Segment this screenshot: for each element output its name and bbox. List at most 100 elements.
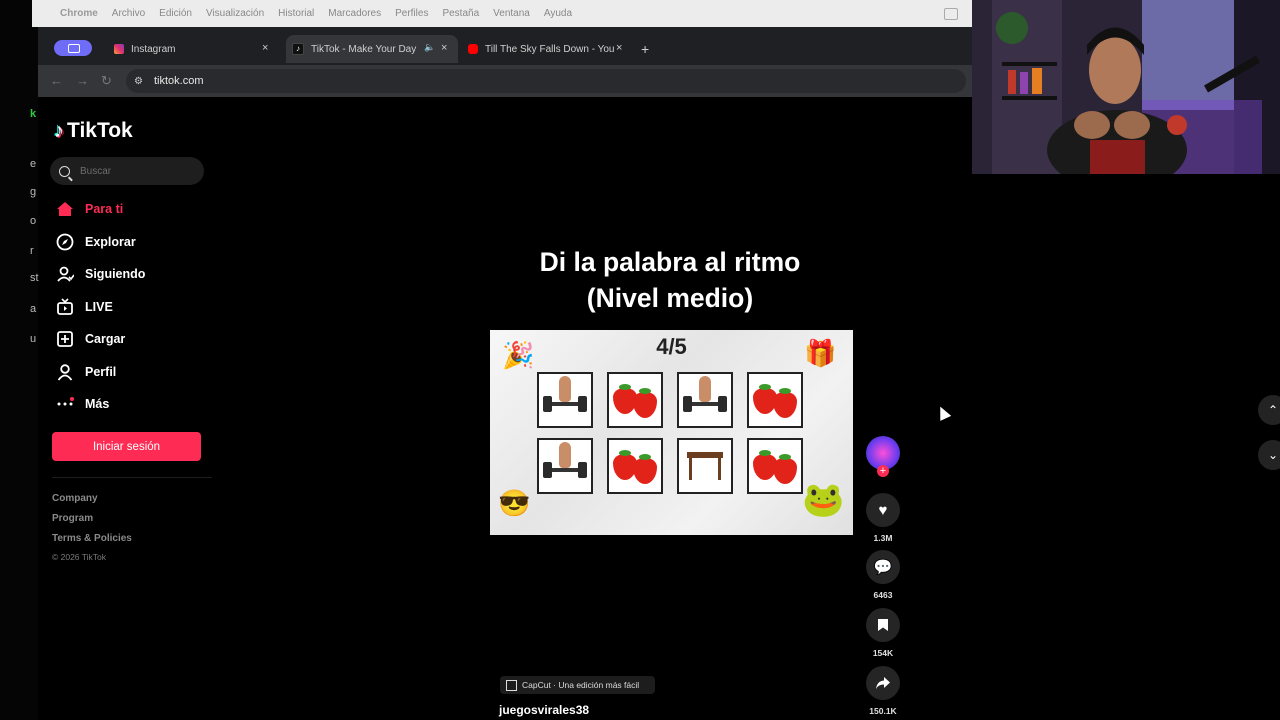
bookmark-icon xyxy=(878,619,888,631)
upload-icon xyxy=(56,330,74,348)
search-placeholder: Buscar xyxy=(80,165,112,177)
party-popper-icon: 🎉 xyxy=(502,340,535,370)
tiktok-sidebar: ♪ TikTok Buscar Para ti Explorar Siguien… xyxy=(38,97,218,720)
background-window-edge: k e g o r st a u xyxy=(0,0,39,720)
back-icon[interactable]: ← xyxy=(50,73,63,88)
nav-item-perfil[interactable]: Perfil xyxy=(56,360,116,384)
capcut-icon xyxy=(506,679,517,691)
forward-icon[interactable]: → xyxy=(76,73,89,88)
menu-archivo[interactable]: Archivo xyxy=(112,8,145,19)
nav-label: Más xyxy=(85,397,110,411)
capcut-badge[interactable]: CapCut · Una edición más fácil xyxy=(500,676,655,694)
nav-item-cargar[interactable]: Cargar xyxy=(56,327,125,351)
more-icon xyxy=(56,395,74,413)
comment-icon: 💬 xyxy=(873,559,893,576)
screen-record-icon[interactable] xyxy=(944,8,958,20)
menu-pestana[interactable]: Pestaña xyxy=(442,8,479,19)
close-icon[interactable]: × xyxy=(616,42,622,54)
nav-item-explorar[interactable]: Explorar xyxy=(56,230,136,254)
next-video-button[interactable]: ⌄ xyxy=(1258,440,1280,470)
menu-edicion[interactable]: Edición xyxy=(159,8,192,19)
share-button[interactable] xyxy=(866,666,900,700)
previous-video-button[interactable]: ⌃ xyxy=(1258,395,1280,425)
following-icon xyxy=(56,265,74,283)
login-button[interactable]: Iniciar sesión xyxy=(52,432,201,461)
grid-cell-strawberry xyxy=(747,372,803,428)
copyright: © 2026 TikTok xyxy=(52,552,106,562)
chevron-down-icon: ⌄ xyxy=(1267,448,1279,462)
tab-youtube[interactable]: Till The Sky Falls Down - You × xyxy=(464,35,636,63)
tab-title: Till The Sky Falls Down - You xyxy=(485,43,615,55)
nav-item-para-ti[interactable]: Para ti xyxy=(56,197,123,221)
nav-item-live[interactable]: LIVE xyxy=(56,295,113,319)
menu-ayuda[interactable]: Ayuda xyxy=(544,8,572,19)
video-player[interactable]: 4/5 🎉 🎁 😎 🐸 xyxy=(490,330,853,535)
browser-tab-bar: Instagram × ♪ TikTok - Make Your Day 🔈 ×… xyxy=(38,27,972,65)
menu-perfiles[interactable]: Perfiles xyxy=(395,8,428,19)
nav-label: Siguiendo xyxy=(85,267,146,281)
site-settings-icon[interactable]: ⚙ xyxy=(134,76,144,87)
mac-menubar: Chrome Archivo Edición Visualización His… xyxy=(32,0,972,27)
comment-count: 6463 xyxy=(873,590,893,600)
save-button[interactable] xyxy=(866,608,900,642)
tiktok-icon: ♪ xyxy=(292,43,304,55)
save-count: 154K xyxy=(872,648,894,658)
grid-cell-dumbbell xyxy=(537,372,593,428)
grid-cell-strawberry xyxy=(747,438,803,494)
gift-icon: 🎁 xyxy=(804,338,837,368)
address-bar[interactable]: ⚙ tiktok.com xyxy=(126,69,966,93)
share-arrow-icon xyxy=(876,677,890,689)
footer-link-terms[interactable]: Terms & Policies xyxy=(52,533,132,544)
reload-icon[interactable]: ↻ xyxy=(101,73,112,89)
follow-plus-icon[interactable]: + xyxy=(877,465,889,477)
tab-title: TikTok - Make Your Day xyxy=(311,43,417,55)
menu-historial[interactable]: Historial xyxy=(278,8,314,19)
video-title-line: (Nivel medio) xyxy=(586,283,754,313)
close-icon[interactable]: × xyxy=(441,42,447,54)
compass-icon xyxy=(56,233,74,251)
nav-item-mas[interactable]: Más xyxy=(56,392,109,416)
capcut-label: CapCut · Una edición más fácil xyxy=(522,680,640,690)
heart-icon: ♥ xyxy=(878,501,888,519)
tab-title: Instagram xyxy=(131,43,176,55)
webcam-overlay xyxy=(972,0,1280,174)
browser-toolbar: ← → ↻ ⚙ tiktok.com xyxy=(38,65,972,97)
tab-group-chip[interactable] xyxy=(54,40,92,56)
sunglasses-emoji-icon: 😎 xyxy=(498,488,531,518)
close-icon[interactable]: × xyxy=(262,42,268,54)
search-input[interactable]: Buscar xyxy=(50,157,204,185)
speaker-icon[interactable]: 🔈 xyxy=(424,42,435,53)
mouse-cursor-icon xyxy=(934,404,952,421)
video-title-line: Di la palabra al ritmo xyxy=(539,247,801,277)
profile-icon xyxy=(56,363,74,381)
menu-ventana[interactable]: Ventana xyxy=(493,8,530,19)
tab-tiktok[interactable]: ♪ TikTok - Make Your Day 🔈 × xyxy=(286,35,458,63)
nav-label: LIVE xyxy=(85,300,113,314)
nav-item-siguiendo[interactable]: Siguiendo xyxy=(56,262,145,286)
home-icon xyxy=(56,200,74,218)
share-count: 150.1K xyxy=(869,706,897,716)
grid-cell-dumbbell xyxy=(537,438,593,494)
menu-chrome[interactable]: Chrome xyxy=(60,8,98,19)
chevron-up-icon: ⌃ xyxy=(1267,403,1279,417)
instagram-icon xyxy=(114,44,124,54)
grid-cell-strawberry xyxy=(607,438,663,494)
webcam-scene xyxy=(972,0,1280,174)
grid-cell-table xyxy=(677,438,733,494)
tab-instagram[interactable]: Instagram × xyxy=(110,35,280,63)
like-button[interactable]: ♥ xyxy=(866,493,900,527)
new-tab-button[interactable]: + xyxy=(641,35,661,63)
nav-label: Perfil xyxy=(85,365,117,379)
footer-link-company[interactable]: Company xyxy=(52,493,98,504)
video-title: Di la palabra al ritmo (Nivel medio) xyxy=(490,244,850,316)
nav-label: Explorar xyxy=(85,235,136,249)
frog-icon: 🐸 xyxy=(802,481,845,519)
author-username[interactable]: juegosvirales38 xyxy=(499,703,589,717)
footer-link-program[interactable]: Program xyxy=(52,513,93,524)
tiktok-logo[interactable]: ♪ TikTok xyxy=(54,119,133,143)
grid-cell-dumbbell xyxy=(677,372,733,428)
comment-button[interactable]: 💬 xyxy=(866,550,900,584)
divider xyxy=(52,477,212,478)
menu-visualizacion[interactable]: Visualización xyxy=(206,8,264,19)
menu-marcadores[interactable]: Marcadores xyxy=(328,8,381,19)
